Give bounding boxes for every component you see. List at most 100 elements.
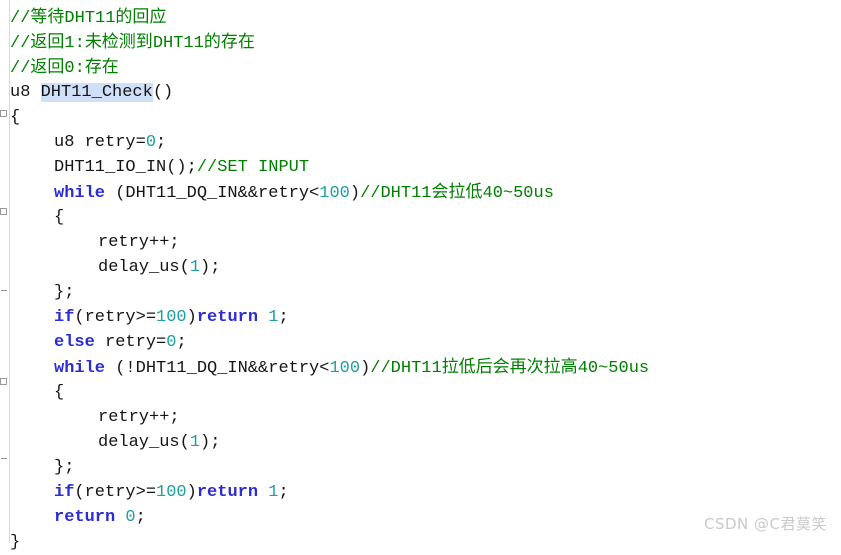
code-token-plain-selected: DHT11_Check bbox=[40, 83, 153, 102]
code-line-9[interactable]: { bbox=[54, 205, 64, 230]
code-line-14[interactable]: else retry=0; bbox=[54, 330, 187, 355]
code-token-keyword: return bbox=[54, 508, 116, 527]
code-token-plain: }; bbox=[54, 458, 75, 477]
code-token-plain: (!DHT11_DQ_IN&&retry< bbox=[105, 359, 330, 378]
code-token-number: 0 bbox=[145, 133, 157, 152]
code-token-number: 1 bbox=[268, 308, 279, 327]
code-token-plain: delay_us( bbox=[98, 258, 190, 277]
code-token-plain: ; bbox=[156, 133, 167, 152]
code-token-comment-cjk: 拉低后会再次拉高 bbox=[441, 357, 578, 377]
code-line-13[interactable]: if(retry>=100)return 1; bbox=[54, 305, 289, 330]
code-line-15[interactable]: while (!DHT11_DQ_IN&&retry<100)//DHT11拉低… bbox=[54, 355, 649, 380]
code-token-plain: delay_us( bbox=[98, 433, 190, 452]
code-line-6[interactable]: u8 retry=0; bbox=[54, 130, 166, 155]
code-token-plain: ; bbox=[278, 308, 289, 327]
code-token-comment: 40~50us bbox=[577, 359, 650, 378]
code-token-comment: DHT11 bbox=[64, 9, 116, 28]
fold-dash-while-two-close bbox=[1, 458, 7, 459]
code-token-plain: { bbox=[10, 108, 21, 127]
code-token-comment-cjk: 返回 bbox=[30, 57, 65, 77]
code-token-plain: ) bbox=[186, 308, 197, 327]
csdn-watermark: CSDN @C君莫笑 bbox=[703, 515, 827, 533]
code-line-5[interactable]: { bbox=[10, 105, 20, 130]
code-token-comment: // bbox=[10, 59, 31, 78]
code-token-comment-cjk: 未检测到 bbox=[84, 32, 153, 52]
code-token-comment: //DHT11 bbox=[370, 359, 442, 378]
code-token-plain: { bbox=[54, 208, 65, 227]
code-token-plain: retry++; bbox=[98, 408, 180, 427]
code-token-plain: ) bbox=[360, 359, 371, 378]
code-token-keyword: else bbox=[54, 333, 95, 352]
code-token-plain: { bbox=[54, 383, 65, 402]
code-token-comment-cjk: 的存在 bbox=[203, 32, 255, 52]
code-token-plain: ); bbox=[200, 433, 221, 452]
code-line-10[interactable]: retry++; bbox=[98, 230, 180, 255]
code-token-plain: ; bbox=[135, 508, 146, 527]
code-token-number: 1 bbox=[189, 258, 201, 277]
code-line-19[interactable]: }; bbox=[54, 455, 74, 480]
code-token-comment: // bbox=[10, 34, 31, 53]
code-token-keyword: while bbox=[54, 359, 106, 378]
code-line-18[interactable]: delay_us(1); bbox=[98, 430, 220, 455]
code-token-keyword: return bbox=[196, 308, 259, 327]
code-token-plain: () bbox=[152, 83, 174, 102]
code-token-plain: (DHT11_DQ_IN&&retry< bbox=[105, 184, 320, 203]
code-token-number: 1 bbox=[268, 483, 279, 502]
code-token-number: 100 bbox=[156, 308, 187, 327]
fold-box-while-one-open[interactable] bbox=[0, 208, 7, 215]
code-line-2[interactable]: //返回1:未检测到DHT11的存在 bbox=[10, 30, 255, 55]
code-token-comment: 1: bbox=[64, 34, 85, 53]
code-folding-gutter[interactable] bbox=[0, 0, 9, 543]
code-line-17[interactable]: retry++; bbox=[98, 405, 180, 430]
code-token-comment-cjk: 存在 bbox=[84, 57, 119, 77]
code-token-number: 0 bbox=[166, 333, 177, 352]
code-token-keyword: if bbox=[54, 483, 75, 502]
code-token-plain: (retry>= bbox=[74, 483, 157, 502]
code-editor[interactable]: //等待DHT11的回应//返回1:未检测到DHT11的存在//返回0:存在 u8… bbox=[0, 0, 841, 552]
code-token-comment: //SET INPUT bbox=[196, 158, 310, 177]
code-token-comment: 0: bbox=[64, 59, 85, 78]
code-line-4[interactable]: u8 DHT11_Check() bbox=[10, 80, 173, 105]
code-token-plain: (retry>= bbox=[74, 308, 157, 327]
code-token-plain: }; bbox=[54, 283, 75, 302]
code-token-comment: // bbox=[10, 9, 31, 28]
fold-box-while-two-open[interactable] bbox=[0, 378, 7, 385]
code-line-20[interactable]: if(retry>=100)return 1; bbox=[54, 480, 289, 505]
code-token-number: 100 bbox=[329, 359, 361, 378]
code-line-7[interactable]: DHT11_IO_IN();//SET INPUT bbox=[54, 155, 309, 180]
fold-dash-while-one-close bbox=[1, 290, 7, 291]
fold-box-function-open[interactable] bbox=[0, 110, 7, 117]
code-token-number: 1 bbox=[189, 433, 201, 452]
code-token-plain: ; bbox=[176, 333, 187, 352]
code-token-comment: 40~50us bbox=[482, 184, 554, 203]
code-token-plain: ); bbox=[200, 258, 221, 277]
code-token-plain: ; bbox=[278, 483, 289, 502]
code-token-number: 100 bbox=[156, 483, 187, 502]
code-line-11[interactable]: delay_us(1); bbox=[98, 255, 220, 280]
code-line-12[interactable]: }; bbox=[54, 280, 74, 305]
code-token-plain: retry= bbox=[94, 333, 167, 352]
code-token-comment: //DHT11 bbox=[360, 184, 432, 203]
code-token-keyword: while bbox=[54, 184, 106, 203]
code-token-comment-cjk: 的回应 bbox=[115, 7, 167, 27]
code-line-16[interactable]: { bbox=[54, 380, 64, 405]
code-token-keyword: if bbox=[54, 308, 75, 327]
code-line-8[interactable]: while (DHT11_DQ_IN&&retry<100)//DHT11会拉低… bbox=[54, 180, 554, 205]
code-token-comment-cjk: 等待 bbox=[30, 7, 65, 27]
code-token-comment-cjk: 返回 bbox=[30, 32, 65, 52]
code-token-plain: ) bbox=[349, 184, 361, 203]
code-text-area[interactable]: //等待DHT11的回应//返回1:未检测到DHT11的存在//返回0:存在 u8… bbox=[10, 0, 841, 552]
code-token-plain: u8 bbox=[10, 83, 41, 102]
code-token-plain: DHT11_IO_IN(); bbox=[54, 158, 197, 177]
code-token-plain: retry++; bbox=[98, 233, 180, 252]
code-token-plain: ) bbox=[186, 483, 197, 502]
code-line-1[interactable]: //等待DHT11的回应 bbox=[10, 5, 166, 30]
code-line-21[interactable]: return 0; bbox=[54, 505, 146, 530]
code-line-3[interactable]: //返回0:存在 bbox=[10, 55, 119, 80]
code-token-comment: DHT11 bbox=[152, 34, 204, 53]
code-token-plain: u8 retry= bbox=[54, 133, 146, 152]
code-token-number: 0 bbox=[125, 508, 136, 527]
code-token-comment-cjk: 会拉低 bbox=[431, 182, 483, 202]
